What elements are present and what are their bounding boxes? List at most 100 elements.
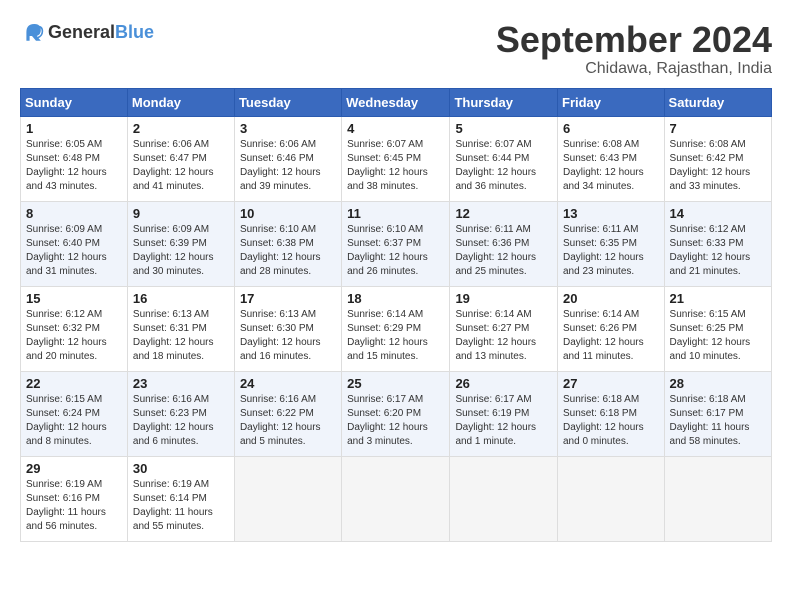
day-number: 17	[240, 291, 336, 306]
calendar-cell: 27Sunrise: 6:18 AM Sunset: 6:18 PM Dayli…	[558, 371, 665, 456]
calendar-cell: 4Sunrise: 6:07 AM Sunset: 6:45 PM Daylig…	[342, 116, 450, 201]
day-number: 21	[670, 291, 766, 306]
logo: GeneralBlue	[20, 20, 154, 44]
calendar-cell: 26 Sunrise: 6:17 AM Sunset: 6:19 PM Dayli…	[450, 371, 558, 456]
calendar-week-5: 29Sunrise: 6:19 AM Sunset: 6:16 PM Dayli…	[21, 456, 772, 541]
day-number: 26	[455, 376, 552, 391]
title-section: September 2024 Chidawa, Rajasthan, India	[496, 20, 772, 78]
weekday-header-friday: Friday	[558, 88, 665, 116]
day-number: 24	[240, 376, 336, 391]
calendar-cell: 15 Sunrise: 6:12 AM Sunset: 6:32 PM Dayli…	[21, 286, 128, 371]
page-header: GeneralBlue September 2024 Chidawa, Raja…	[20, 20, 772, 78]
day-info: Sunrise: 6:08 AM Sunset: 6:43 PM Dayligh…	[563, 138, 659, 194]
day-number: 30	[133, 461, 229, 476]
calendar-cell	[558, 456, 665, 541]
calendar-cell: 17 Sunrise: 6:13 AM Sunset: 6:30 PM Dayli…	[234, 286, 341, 371]
day-number: 13	[563, 206, 659, 221]
calendar-cell: 14Sunrise: 6:12 AM Sunset: 6:33 PM Dayli…	[664, 201, 771, 286]
calendar-cell: 8 Sunrise: 6:09 AM Sunset: 6:40 PM Daylig…	[21, 201, 128, 286]
day-info: Sunrise: 6:15 AM Sunset: 6:25 PM Dayligh…	[670, 308, 766, 364]
day-info: Sunrise: 6:10 AM Sunset: 6:38 PM Dayligh…	[240, 223, 336, 279]
day-info: Sunrise: 6:13 AM Sunset: 6:31 PM Dayligh…	[133, 308, 229, 364]
day-info: Sunrise: 6:09 AM Sunset: 6:40 PM Dayligh…	[26, 223, 122, 279]
day-info: Sunrise: 6:15 AM Sunset: 6:24 PM Dayligh…	[26, 393, 122, 449]
day-number: 29	[26, 461, 122, 476]
weekday-header-sunday: Sunday	[21, 88, 128, 116]
day-number: 6	[563, 121, 659, 136]
calendar-cell	[450, 456, 558, 541]
day-number: 25	[347, 376, 444, 391]
day-number: 14	[670, 206, 766, 221]
calendar-cell: 29Sunrise: 6:19 AM Sunset: 6:16 PM Dayli…	[21, 456, 128, 541]
calendar-week-4: 22 Sunrise: 6:15 AM Sunset: 6:24 PM Dayli…	[21, 371, 772, 456]
calendar-cell: 23 Sunrise: 6:16 AM Sunset: 6:23 PM Dayli…	[127, 371, 234, 456]
calendar-week-2: 8 Sunrise: 6:09 AM Sunset: 6:40 PM Daylig…	[21, 201, 772, 286]
day-number: 19	[455, 291, 552, 306]
calendar-cell: 16 Sunrise: 6:13 AM Sunset: 6:31 PM Dayli…	[127, 286, 234, 371]
calendar-cell: 22 Sunrise: 6:15 AM Sunset: 6:24 PM Dayli…	[21, 371, 128, 456]
weekday-header-saturday: Saturday	[664, 88, 771, 116]
day-number: 20	[563, 291, 659, 306]
day-number: 15	[26, 291, 122, 306]
calendar-table: SundayMondayTuesdayWednesdayThursdayFrid…	[20, 88, 772, 542]
calendar-cell	[342, 456, 450, 541]
day-number: 22	[26, 376, 122, 391]
calendar-cell: 19 Sunrise: 6:14 AM Sunset: 6:27 PM Dayli…	[450, 286, 558, 371]
day-info: Sunrise: 6:13 AM Sunset: 6:30 PM Dayligh…	[240, 308, 336, 364]
calendar-cell	[664, 456, 771, 541]
calendar-cell: 13 Sunrise: 6:11 AM Sunset: 6:35 PM Dayli…	[558, 201, 665, 286]
day-number: 18	[347, 291, 444, 306]
weekday-header-wednesday: Wednesday	[342, 88, 450, 116]
calendar-cell: 12Sunrise: 6:11 AM Sunset: 6:36 PM Dayli…	[450, 201, 558, 286]
day-info: Sunrise: 6:17 AM Sunset: 6:20 PM Dayligh…	[347, 393, 444, 449]
day-number: 7	[670, 121, 766, 136]
day-number: 11	[347, 206, 444, 221]
weekday-header-tuesday: Tuesday	[234, 88, 341, 116]
calendar-cell: 28 Sunrise: 6:18 AM Sunset: 6:17 PM Dayli…	[664, 371, 771, 456]
day-info: Sunrise: 6:05 AM Sunset: 6:48 PM Dayligh…	[26, 138, 122, 194]
weekday-header-thursday: Thursday	[450, 88, 558, 116]
calendar-cell: 18Sunrise: 6:14 AM Sunset: 6:29 PM Dayli…	[342, 286, 450, 371]
calendar-cell: 6 Sunrise: 6:08 AM Sunset: 6:43 PM Daylig…	[558, 116, 665, 201]
day-info: Sunrise: 6:16 AM Sunset: 6:23 PM Dayligh…	[133, 393, 229, 449]
calendar-cell: 10Sunrise: 6:10 AM Sunset: 6:38 PM Dayli…	[234, 201, 341, 286]
calendar-cell: 20Sunrise: 6:14 AM Sunset: 6:26 PM Dayli…	[558, 286, 665, 371]
calendar-cell: 21 Sunrise: 6:15 AM Sunset: 6:25 PM Dayli…	[664, 286, 771, 371]
day-info: Sunrise: 6:07 AM Sunset: 6:44 PM Dayligh…	[455, 138, 552, 194]
calendar-cell: 1 Sunrise: 6:05 AM Sunset: 6:48 PM Daylig…	[21, 116, 128, 201]
calendar-cell: 3 Sunrise: 6:06 AM Sunset: 6:46 PM Daylig…	[234, 116, 341, 201]
day-info: Sunrise: 6:16 AM Sunset: 6:22 PM Dayligh…	[240, 393, 336, 449]
day-info: Sunrise: 6:14 AM Sunset: 6:27 PM Dayligh…	[455, 308, 552, 364]
day-info: Sunrise: 6:06 AM Sunset: 6:47 PM Dayligh…	[133, 138, 229, 194]
day-info: Sunrise: 6:19 AM Sunset: 6:14 PM Dayligh…	[133, 478, 229, 534]
logo-general: General	[48, 22, 115, 42]
day-number: 8	[26, 206, 122, 221]
day-number: 2	[133, 121, 229, 136]
day-number: 28	[670, 376, 766, 391]
logo-text: GeneralBlue	[48, 22, 154, 43]
calendar-cell: 2 Sunrise: 6:06 AM Sunset: 6:47 PM Daylig…	[127, 116, 234, 201]
calendar-cell: 11 Sunrise: 6:10 AM Sunset: 6:37 PM Dayli…	[342, 201, 450, 286]
day-number: 12	[455, 206, 552, 221]
day-info: Sunrise: 6:18 AM Sunset: 6:17 PM Dayligh…	[670, 393, 766, 449]
day-number: 23	[133, 376, 229, 391]
logo-blue: Blue	[115, 22, 154, 42]
calendar-cell: 25 Sunrise: 6:17 AM Sunset: 6:20 PM Dayli…	[342, 371, 450, 456]
logo-icon	[20, 20, 44, 44]
day-info: Sunrise: 6:10 AM Sunset: 6:37 PM Dayligh…	[347, 223, 444, 279]
day-number: 1	[26, 121, 122, 136]
day-info: Sunrise: 6:12 AM Sunset: 6:32 PM Dayligh…	[26, 308, 122, 364]
day-number: 16	[133, 291, 229, 306]
day-info: Sunrise: 6:17 AM Sunset: 6:19 PM Dayligh…	[455, 393, 552, 449]
day-info: Sunrise: 6:11 AM Sunset: 6:35 PM Dayligh…	[563, 223, 659, 279]
day-number: 3	[240, 121, 336, 136]
day-info: Sunrise: 6:18 AM Sunset: 6:18 PM Dayligh…	[563, 393, 659, 449]
day-info: Sunrise: 6:06 AM Sunset: 6:46 PM Dayligh…	[240, 138, 336, 194]
calendar-cell: 24 Sunrise: 6:16 AM Sunset: 6:22 PM Dayli…	[234, 371, 341, 456]
day-number: 9	[133, 206, 229, 221]
day-number: 4	[347, 121, 444, 136]
calendar-week-3: 15 Sunrise: 6:12 AM Sunset: 6:32 PM Dayli…	[21, 286, 772, 371]
calendar-cell: 5Sunrise: 6:07 AM Sunset: 6:44 PM Daylig…	[450, 116, 558, 201]
calendar-cell	[234, 456, 341, 541]
month-title: September 2024	[496, 20, 772, 60]
